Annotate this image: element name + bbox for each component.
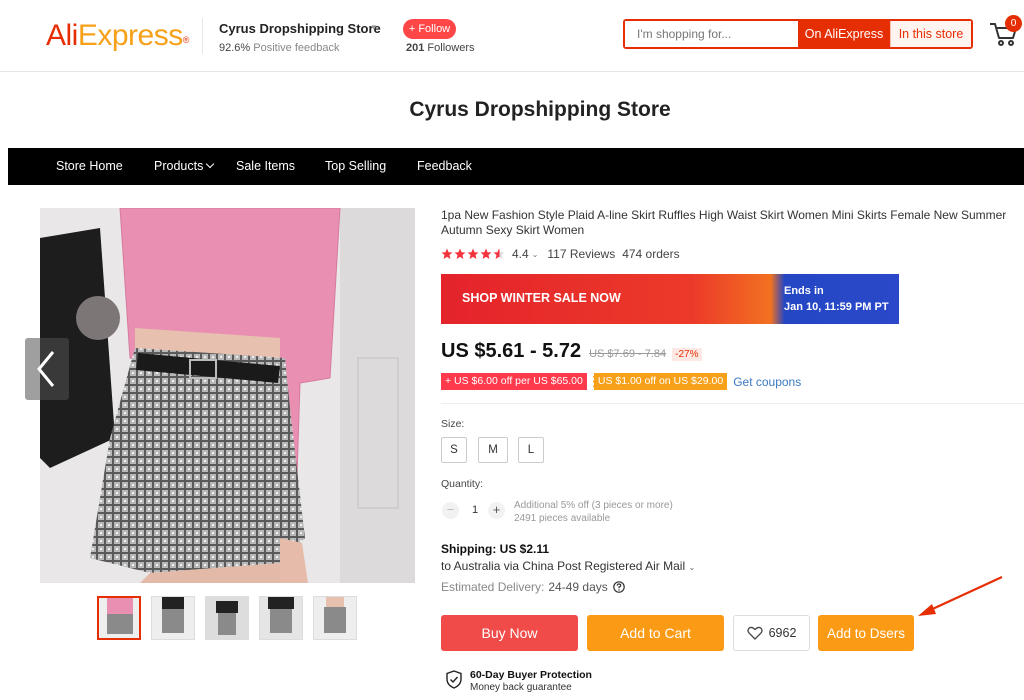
- divider: [441, 403, 1024, 404]
- thumbnail-image: [314, 597, 356, 639]
- coupon-store[interactable]: + US $6.00 off per US $65.00: [441, 373, 587, 390]
- thumbnail-4[interactable]: [259, 596, 303, 640]
- thumbnail-image: [260, 597, 302, 639]
- heart-icon: [746, 626, 763, 640]
- rating-row: 4.4 ⌄ 117 Reviews 474 orders: [441, 246, 680, 262]
- feedback-percent: 92.6%: [219, 42, 251, 54]
- est-delivery-value: 24-49 days: [548, 580, 608, 594]
- followers-count: 201 Followers: [406, 42, 474, 54]
- thumbnail-3[interactable]: [205, 596, 249, 640]
- coupon-select[interactable]: US $1.00 off on US $29.00: [592, 373, 728, 390]
- chevron-down-icon: [206, 159, 215, 169]
- thumbnail-image: [152, 597, 194, 639]
- thumbnail-1[interactable]: [97, 596, 141, 640]
- price-row: US $5.61 - 5.72 US $7.69 - 7.84 -27%: [441, 340, 702, 363]
- logo-express: Express: [77, 19, 183, 52]
- bulk-discount-note: Additional 5% off (3 pieces or more): [514, 500, 673, 511]
- aliexpress-logo[interactable]: AliExpress®: [46, 18, 189, 54]
- thumbnail-image: [99, 598, 139, 638]
- winter-sale-banner[interactable]: SHOP WINTER SALE NOW Ends in Jan 10, 11:…: [441, 274, 899, 324]
- search-box: On AliExpress In this store: [623, 19, 973, 49]
- get-coupons-link[interactable]: Get coupons: [733, 375, 801, 389]
- buyer-protection-subtitle: Money back guarantee: [470, 682, 572, 693]
- positive-feedback: 92.6% Positive feedback: [219, 42, 339, 54]
- thumbnail-2[interactable]: [151, 596, 195, 640]
- shipping-cost: Shipping: US $2.11: [441, 542, 550, 556]
- search-on-aliexpress-button[interactable]: On AliExpress: [798, 21, 890, 47]
- quantity-decrease-button[interactable]: −: [442, 502, 459, 519]
- nav-products[interactable]: Products: [154, 148, 215, 185]
- quantity-value[interactable]: 1: [470, 504, 480, 516]
- header-divider: [202, 18, 203, 54]
- thumbnail-5[interactable]: [313, 596, 357, 640]
- star-half-icon: [493, 248, 505, 259]
- rating-caret-icon[interactable]: ⌄: [532, 250, 539, 259]
- thumbnail-image: [206, 597, 248, 639]
- size-option-l[interactable]: L: [518, 437, 544, 463]
- search-in-store-button[interactable]: In this store: [890, 21, 971, 47]
- question-icon[interactable]: [612, 581, 625, 593]
- reviews-link[interactable]: 117 Reviews: [547, 247, 615, 261]
- followers-label: Followers: [424, 42, 475, 54]
- buy-now-button[interactable]: Buy Now: [441, 615, 578, 651]
- site-header: AliExpress® Cyrus Dropshipping Store ▼ 9…: [0, 0, 1024, 72]
- star-icon: [480, 248, 492, 259]
- wishlist-count: 6962: [768, 626, 797, 640]
- search-input[interactable]: [625, 21, 798, 47]
- header-store-name[interactable]: Cyrus Dropshipping Store: [219, 21, 381, 36]
- followers-number: 201: [406, 42, 425, 54]
- store-title: Cyrus Dropshipping Store: [409, 98, 671, 121]
- rating-value: 4.4: [512, 247, 529, 261]
- cart-count-badge: 0: [1005, 15, 1022, 32]
- annotation-arrow-icon: [918, 576, 1003, 616]
- product-title: 1pa New Fashion Style Plaid A-line Skirt…: [441, 208, 1007, 237]
- orders-count: 474 orders: [622, 247, 680, 261]
- size-label: Size:: [441, 418, 465, 430]
- wishlist-button[interactable]: 6962: [733, 615, 810, 651]
- sale-ends-label: Ends in: [784, 285, 824, 297]
- buyer-protection-title: 60-Day Buyer Protection: [470, 669, 592, 681]
- discount-badge: -27%: [672, 348, 702, 361]
- sale-ends-date: Jan 10, 11:59 PM PT: [784, 301, 889, 313]
- shipping-method-selector[interactable]: to Australia via China Post Registered A…: [441, 559, 695, 573]
- store-dropdown-caret-icon[interactable]: ▼: [370, 23, 378, 32]
- size-option-m[interactable]: M: [478, 437, 508, 463]
- quantity-increase-button[interactable]: +: [488, 502, 505, 519]
- coupon-row: + US $6.00 off per US $65.00 US $1.00 of…: [441, 373, 801, 390]
- quantity-note: Additional 5% off (3 pieces or more) 249…: [514, 499, 673, 525]
- store-nav: Store Home Products Sale Items Top Selli…: [8, 148, 1024, 185]
- add-to-dsers-button[interactable]: Add to Dsers: [818, 615, 914, 651]
- original-price: US $7.69 - 7.84: [589, 348, 667, 360]
- feedback-label: Positive feedback: [250, 42, 340, 54]
- current-price: US $5.61 - 5.72: [441, 340, 582, 362]
- quantity-label: Quantity:: [441, 478, 484, 490]
- logo-reg: ®: [182, 35, 190, 45]
- shipping-method: to Australia via China Post Registered A…: [441, 559, 686, 573]
- nav-store-home[interactable]: Store Home: [56, 148, 123, 185]
- est-delivery-label: Estimated Delivery:: [441, 580, 545, 594]
- sale-banner-text: SHOP WINTER SALE NOW: [462, 291, 621, 305]
- product-photo: [40, 208, 415, 583]
- product-main-image[interactable]: [40, 208, 415, 583]
- star-icon: [467, 248, 479, 259]
- stock-available: 2491 pieces available: [514, 513, 611, 524]
- chevron-down-icon: ⌄: [688, 563, 696, 572]
- star-icon: [441, 248, 453, 259]
- size-option-s[interactable]: S: [441, 437, 467, 463]
- logo-ali: Ali: [46, 19, 78, 52]
- add-to-cart-button[interactable]: Add to Cart: [587, 615, 724, 651]
- follow-button[interactable]: + Follow: [403, 19, 456, 39]
- chevron-left-icon[interactable]: [25, 338, 69, 400]
- estimated-delivery: Estimated Delivery: 24-49 days: [441, 580, 625, 594]
- nav-top-selling[interactable]: Top Selling: [325, 148, 386, 185]
- nav-products-label: Products: [154, 159, 204, 173]
- shield-check-icon: [446, 670, 462, 689]
- nav-feedback[interactable]: Feedback: [417, 148, 472, 185]
- star-icon: [454, 248, 466, 259]
- nav-sale-items[interactable]: Sale Items: [236, 148, 295, 185]
